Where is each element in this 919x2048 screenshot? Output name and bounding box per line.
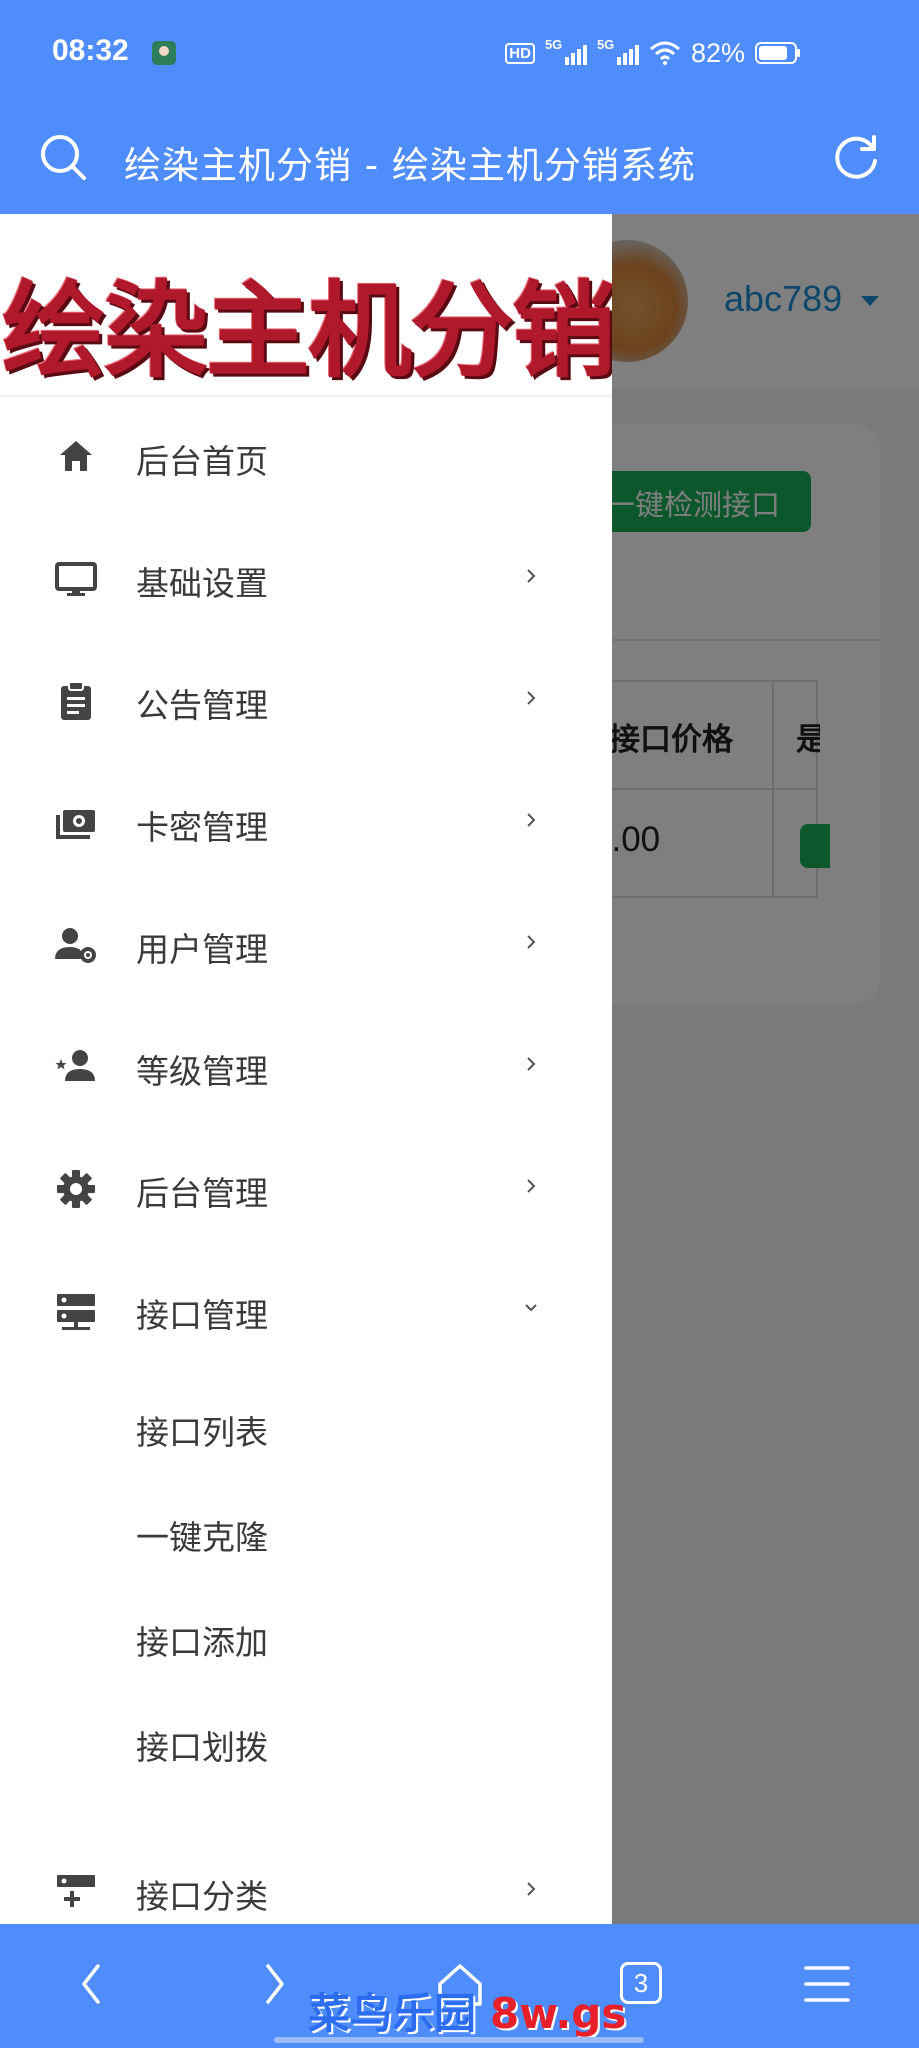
battery-fill	[759, 46, 787, 60]
gear-icon	[57, 1170, 95, 1208]
submenu-item-label: 接口列表	[136, 1413, 268, 1452]
chevron-right-icon	[527, 935, 536, 949]
sidebar-item-label: 用户管理	[136, 930, 268, 969]
user-gear-icon	[55, 928, 96, 963]
tabs-button[interactable]: 3	[620, 1962, 680, 2022]
chevron-right-icon	[527, 691, 536, 705]
server-icon	[57, 1294, 95, 1330]
watermark-part1: 菜鸟乐园	[308, 1989, 477, 2038]
submenu-item-interface-transfer[interactable]: 接口划拨	[0, 1693, 612, 1793]
status-time: 08:32	[52, 34, 129, 67]
forward-icon[interactable]	[244, 1954, 304, 2014]
add-server-icon	[57, 1875, 95, 1907]
submenu-item-interface-add[interactable]: 接口添加	[0, 1588, 612, 1688]
signal-5g-icon-2: 5G	[597, 37, 639, 65]
battery-percent: 82%	[690, 37, 745, 68]
signal-1-label: 5G	[544, 37, 563, 52]
clipboard-icon	[61, 681, 91, 720]
gesture-bar	[274, 2037, 644, 2043]
status-bar: 08:32 HD 5G 5G 82%	[0, 0, 919, 107]
sidebar-item-interface-category[interactable]: 接口分类	[0, 1832, 612, 1924]
chevron-right-icon	[527, 1057, 536, 1071]
sidebar-item-users[interactable]: 用户管理	[0, 885, 612, 1005]
sidebar-item-levels[interactable]: 等级管理	[0, 1007, 612, 1127]
sidebar-item-interface-management[interactable]: 接口管理	[0, 1251, 612, 1371]
notification-app-icon	[152, 41, 176, 65]
status-indicators: HD 5G 5G 82%	[505, 37, 801, 68]
sidebar-item-card-keys[interactable]: 卡密管理	[0, 763, 612, 883]
browser-bottom-bar: 3 菜鸟乐园 8w.gs	[0, 1924, 919, 2048]
search-icon[interactable]	[36, 130, 92, 186]
watermark-part2: 8w.gs	[490, 1989, 627, 2038]
sidebar-item-label: 等级管理	[136, 1052, 268, 1091]
monitor-icon	[55, 562, 97, 596]
page-title[interactable]: 绘染主机分销 - 绘染主机分销系统	[124, 135, 696, 189]
sidebar-item-label: 接口分类	[136, 1877, 268, 1916]
sidebar-item-label: 公告管理	[136, 686, 268, 725]
chevron-right-icon	[527, 813, 536, 827]
user-star-icon	[55, 1050, 95, 1081]
signal-5g-icon: 5G	[545, 37, 587, 65]
signal-2-label: 5G	[596, 37, 615, 52]
menu-icon[interactable]	[798, 1954, 858, 2014]
watermark: 菜鸟乐园 8w.gs	[308, 1980, 626, 2041]
browser-title-bar: 绘染主机分销 - 绘染主机分销系统	[0, 107, 919, 214]
back-icon[interactable]	[62, 1954, 122, 2014]
chevron-down-icon	[525, 1304, 537, 1312]
chevron-right-icon	[527, 569, 536, 583]
brand-logo-text: 绘染主机分销	[2, 269, 612, 392]
sidebar-item-basic-settings[interactable]: 基础设置	[0, 519, 612, 639]
submenu-item-one-click-clone[interactable]: 一键克隆	[0, 1483, 612, 1583]
chevron-right-icon	[527, 1179, 536, 1193]
refresh-icon[interactable]	[828, 129, 884, 185]
submenu-item-label: 一键克隆	[136, 1518, 268, 1557]
money-icon	[56, 810, 95, 839]
brand-logo[interactable]: 绘染主机分销	[0, 214, 612, 397]
sidebar-item-backend-management[interactable]: 后台管理	[0, 1129, 612, 1249]
submenu-item-label: 接口划拨	[136, 1728, 268, 1767]
wifi-icon	[649, 41, 680, 65]
sidebar-item-label: 基础设置	[136, 564, 268, 603]
sidebar-item-label: 后台首页	[136, 442, 268, 481]
home-icon	[60, 441, 92, 471]
sidebar-item-announcements[interactable]: 公告管理	[0, 641, 612, 761]
submenu-item-label: 接口添加	[136, 1623, 268, 1662]
hd-voice-icon: HD	[505, 42, 535, 64]
sidebar-item-label: 后台管理	[136, 1174, 268, 1213]
sidebar-drawer: 绘染主机分销 后台首页 基础设置 公告管理 卡密管理 用户管理 等级管理 后台管…	[0, 214, 612, 1924]
sidebar-item-label: 接口管理	[136, 1296, 268, 1335]
chevron-right-icon	[527, 1882, 536, 1896]
submenu-item-interface-list[interactable]: 接口列表	[0, 1378, 612, 1478]
sidebar-item-home[interactable]: 后台首页	[0, 397, 612, 517]
battery-icon	[755, 42, 800, 64]
sidebar-item-label: 卡密管理	[136, 808, 268, 847]
